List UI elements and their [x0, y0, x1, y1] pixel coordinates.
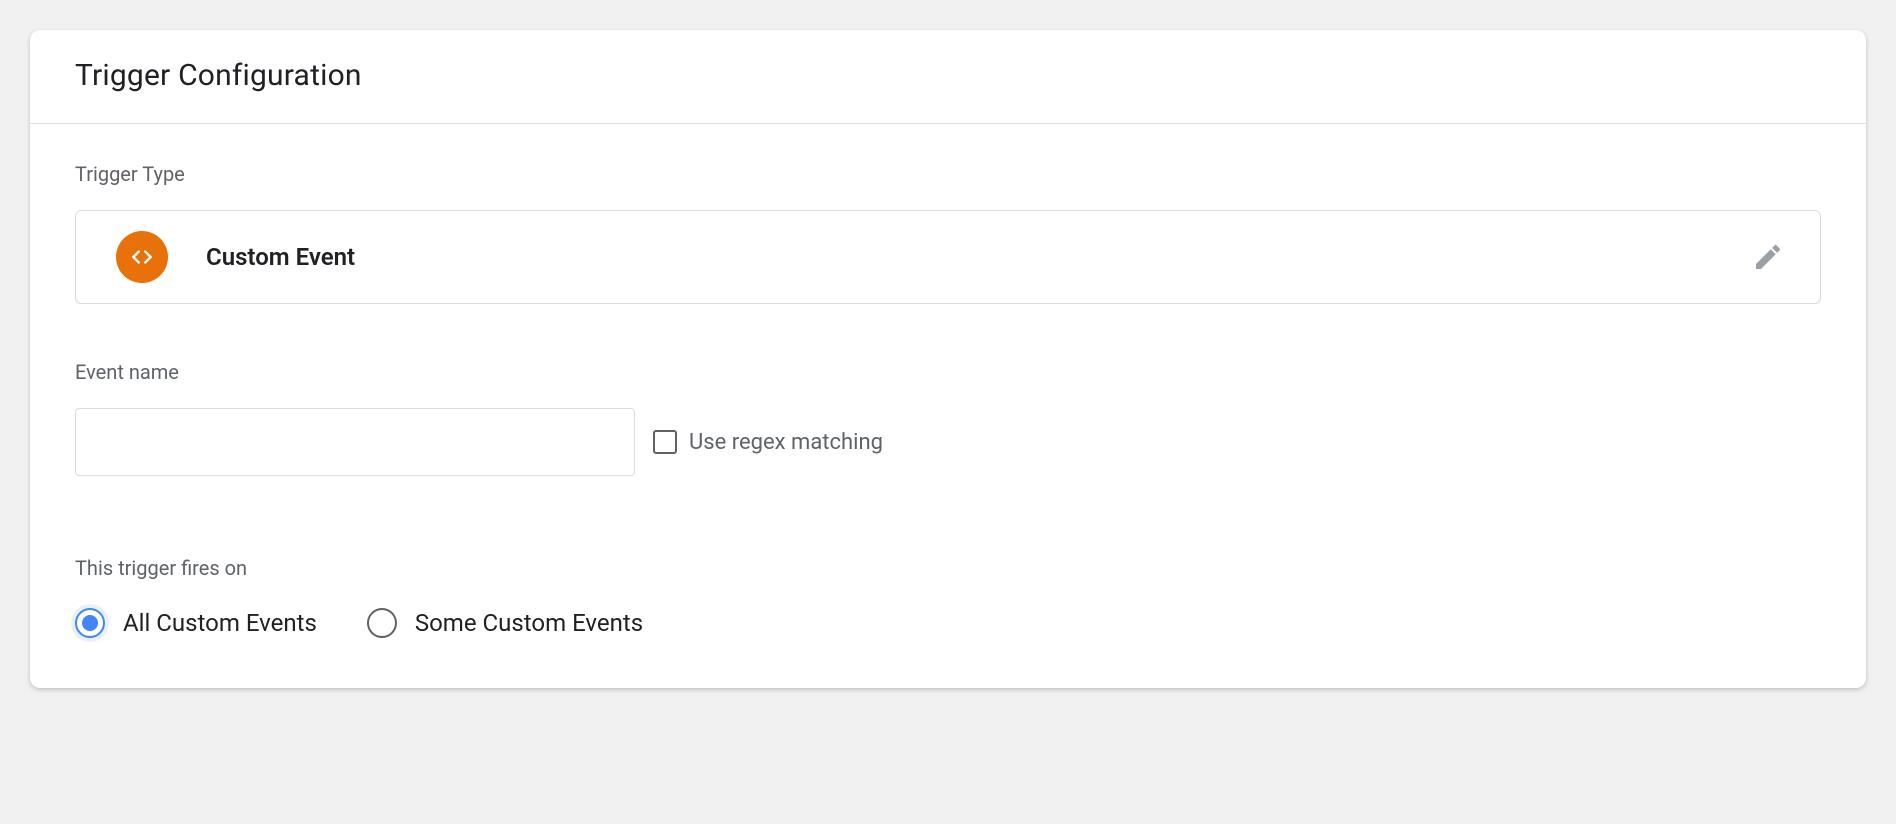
fires-on-radio-group: All Custom Events Some Custom Events: [75, 608, 1821, 638]
checkbox-icon: [653, 430, 677, 454]
radio-unselected-icon: [367, 608, 397, 638]
card-header: Trigger Configuration: [30, 30, 1866, 124]
radio-all-custom-events[interactable]: All Custom Events: [75, 608, 317, 638]
trigger-type-name: Custom Event: [206, 243, 1746, 271]
card-body: Trigger Type Custom Event Event name Use…: [30, 124, 1866, 688]
radio-selected-icon: [75, 608, 105, 638]
card-title: Trigger Configuration: [75, 58, 1821, 93]
event-name-label: Event name: [75, 360, 1821, 384]
edit-icon[interactable]: [1746, 235, 1790, 279]
fires-on-label: This trigger fires on: [75, 556, 1821, 580]
regex-checkbox-container[interactable]: Use regex matching: [653, 430, 883, 455]
trigger-configuration-card: Trigger Configuration Trigger Type Custo…: [30, 30, 1866, 688]
trigger-type-label: Trigger Type: [75, 162, 1821, 186]
radio-label: All Custom Events: [123, 609, 317, 637]
event-name-input[interactable]: [75, 408, 635, 476]
radio-label: Some Custom Events: [415, 609, 643, 637]
radio-some-custom-events[interactable]: Some Custom Events: [367, 608, 643, 638]
code-icon: [116, 231, 168, 283]
trigger-type-selector[interactable]: Custom Event: [75, 210, 1821, 304]
regex-checkbox-label: Use regex matching: [689, 430, 883, 455]
event-name-row: Use regex matching: [75, 408, 1821, 476]
